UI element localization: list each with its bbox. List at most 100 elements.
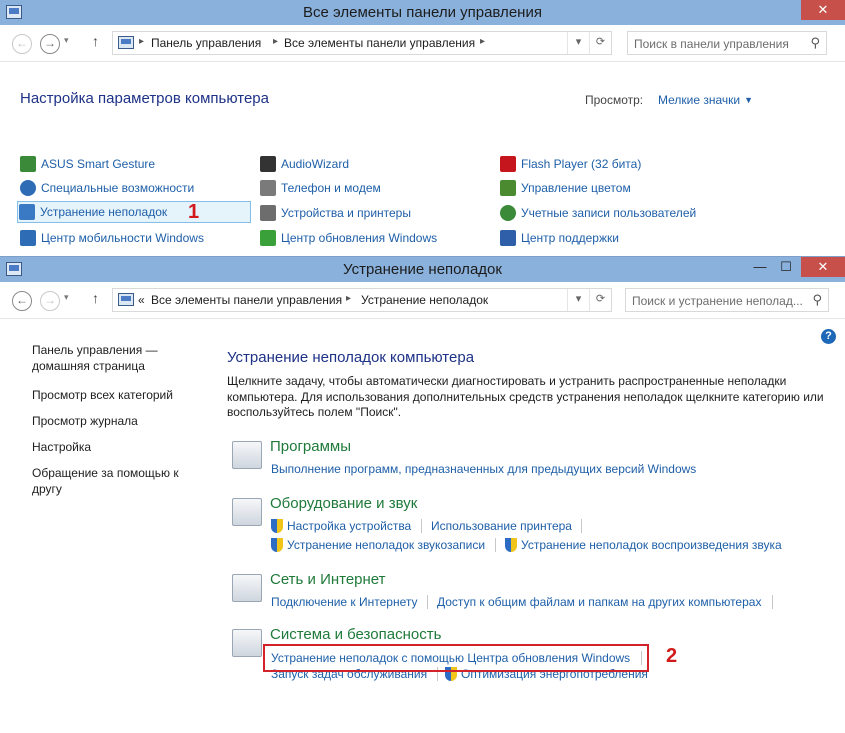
cp-item-windows-update[interactable]: Центр обновления Windows — [260, 228, 437, 250]
dropdown-chevron-icon[interactable]: ▾ — [567, 289, 589, 311]
back-button[interactable]: ← — [12, 34, 32, 54]
cp-item-label: Flash Player (32 бита) — [521, 157, 642, 171]
flash-icon — [500, 156, 516, 172]
troubleshooting-description: Щелкните задачу, чтобы автоматически диа… — [227, 374, 824, 419]
network-internet-icon[interactable] — [232, 574, 262, 602]
chevron-down-icon: ▼ — [744, 95, 754, 105]
cp-item-phone-modem[interactable]: Телефон и модем — [260, 178, 381, 200]
cp-item-label: Центр обновления Windows — [281, 231, 438, 245]
link-shared-folders[interactable]: Доступ к общим файлам и папкам на других… — [437, 595, 761, 609]
cp-item-label: Центр мобильности Windows — [41, 231, 204, 245]
breadcrumb-separator-icon[interactable]: ▸ — [273, 36, 278, 47]
action-center-flag-icon — [500, 230, 516, 246]
link-divider — [772, 595, 773, 609]
mobility-center-icon — [20, 230, 36, 246]
view-mode-dropdown[interactable]: Мелкие значки ▼ — [658, 93, 753, 107]
category-title[interactable]: Сеть и Интернет — [270, 571, 386, 588]
close-button[interactable]: ✕ — [801, 257, 845, 277]
refresh-icon[interactable]: ⟳ — [589, 32, 611, 54]
search-input[interactable]: Поиск в панели управления ⚲ — [627, 31, 827, 55]
close-button[interactable]: ✕ — [801, 0, 845, 20]
up-arrow-icon[interactable]: ↑ — [92, 290, 99, 306]
help-icon[interactable]: ? — [821, 329, 836, 344]
recent-pages-chevron-icon[interactable]: ▾ — [64, 292, 69, 303]
uac-shield-icon — [271, 519, 283, 533]
accessibility-icon — [20, 180, 36, 196]
category-title[interactable]: Оборудование и звук — [270, 495, 417, 512]
category-title[interactable]: Программы — [270, 438, 351, 455]
system-security-icon[interactable] — [232, 629, 262, 657]
nav-control-panel-home[interactable]: Панель управления — домашняя страница — [32, 342, 207, 374]
nav-settings[interactable]: Настройка — [32, 439, 207, 455]
breadcrumb[interactable]: ▸ Панель управления ▸ Все элементы панел… — [112, 31, 612, 55]
cp-item-mobility-center[interactable]: Центр мобильности Windows — [20, 228, 204, 250]
link-divider — [581, 519, 582, 533]
search-icon[interactable]: ⚲ — [810, 35, 820, 51]
search-input[interactable]: Поиск и устранение неполад... ⚲ — [625, 288, 829, 312]
link-playing-audio[interactable]: Устранение неполадок воспроизведения зву… — [505, 538, 782, 552]
cp-item-user-accounts[interactable]: Учетные записи пользователей — [500, 203, 696, 225]
cp-item-label: AudioWizard — [281, 157, 350, 171]
address-bar: ← → ▾ ↑ « Все элементы панели управления… — [0, 282, 845, 319]
refresh-icon[interactable]: ⟳ — [589, 289, 611, 311]
cp-item-label: Учетные записи пользователей — [521, 206, 697, 220]
breadcrumb-item[interactable]: Все элементы панели управления — [284, 36, 475, 50]
search-icon[interactable]: ⚲ — [812, 292, 822, 308]
dropdown-chevron-icon[interactable]: ▾ — [567, 32, 589, 54]
uac-shield-icon — [271, 538, 283, 552]
devices-printers-icon — [260, 205, 276, 221]
cp-item-action-center[interactable]: Центр поддержки — [500, 228, 619, 250]
window-title: Устранение неполадок — [343, 261, 502, 278]
link-configure-device[interactable]: Настройка устройства — [271, 519, 411, 533]
up-arrow-icon[interactable]: ↑ — [92, 33, 99, 49]
breadcrumb-overflow[interactable]: « — [138, 293, 145, 307]
link-use-printer[interactable]: Использование принтера — [431, 519, 572, 533]
cp-item-flash-player[interactable]: Flash Player (32 бита) — [500, 154, 641, 176]
title-bar[interactable]: Устранение неполадок — ☐ ✕ — [0, 257, 845, 282]
uac-shield-icon — [505, 538, 517, 552]
nav-ask-friend[interactable]: Обращение за помощью к другу — [32, 465, 207, 497]
cp-item-audiowizard[interactable]: AudioWizard — [260, 154, 349, 176]
search-placeholder: Поиск и устранение неполад... — [632, 294, 803, 308]
back-button[interactable]: ← — [12, 291, 32, 311]
maximize-button[interactable]: ☐ — [773, 257, 799, 277]
annotation-marker-2: 2 — [666, 645, 678, 667]
forward-button[interactable]: → — [40, 34, 60, 54]
breadcrumb-item[interactable]: Устранение неполадок — [361, 293, 488, 307]
control-panel-window: Все элементы панели управления ✕ ← → ▾ ↑… — [0, 0, 845, 256]
cp-item-label: Телефон и модем — [281, 181, 381, 195]
breadcrumb-item[interactable]: Панель управления — [151, 36, 261, 50]
breadcrumb-separator-icon[interactable]: ▸ — [346, 293, 351, 304]
cp-item-label: ASUS Smart Gesture — [41, 157, 156, 171]
cp-item-label: Специальные возможности — [41, 181, 195, 195]
asus-gesture-icon — [20, 156, 36, 172]
breadcrumb-item[interactable]: Все элементы панели управления — [151, 293, 342, 307]
breadcrumb[interactable]: « Все элементы панели управления ▸ Устра… — [112, 288, 612, 312]
cp-item-accessibility[interactable]: Специальные возможности — [20, 178, 194, 200]
breadcrumb-separator-icon[interactable]: ▸ — [139, 36, 144, 47]
cp-item-troubleshooting[interactable]: Устранение неполадок — [17, 201, 251, 223]
programs-icon[interactable] — [232, 441, 262, 469]
minimize-button[interactable]: — — [747, 257, 773, 277]
address-bar: ← → ▾ ↑ ▸ Панель управления ▸ Все элемен… — [0, 25, 845, 62]
color-management-icon — [500, 180, 516, 196]
cp-item-devices-printers[interactable]: Устройства и принтеры — [260, 203, 411, 225]
breadcrumb-separator-icon[interactable]: ▸ — [480, 36, 485, 47]
link-divider — [427, 595, 428, 609]
nav-view-all-categories[interactable]: Просмотр всех категорий — [32, 387, 207, 403]
cp-item-label: Центр поддержки — [521, 231, 619, 245]
search-placeholder: Поиск в панели управления — [634, 37, 789, 51]
cp-item-asus-smart-gesture[interactable]: ASUS Smart Gesture — [20, 154, 155, 176]
link-internet-connections[interactable]: Подключение к Интернету — [271, 595, 418, 609]
page-title: Настройка параметров компьютера — [20, 90, 269, 107]
title-bar[interactable]: Все элементы панели управления ✕ — [0, 0, 845, 25]
hardware-sound-icon[interactable] — [232, 498, 262, 526]
recent-pages-chevron-icon[interactable]: ▾ — [64, 35, 69, 46]
cp-item-color-management[interactable]: Управление цветом — [500, 178, 631, 200]
nav-view-history[interactable]: Просмотр журнала — [32, 413, 207, 429]
category-title[interactable]: Система и безопасность — [270, 626, 441, 643]
link-program-compatibility[interactable]: Выполнение программ, предназначенных для… — [271, 462, 696, 476]
link-recording-audio[interactable]: Устранение неполадок звукозаписи — [271, 538, 485, 552]
forward-button[interactable]: → — [40, 291, 60, 311]
control-panel-icon — [118, 293, 134, 306]
